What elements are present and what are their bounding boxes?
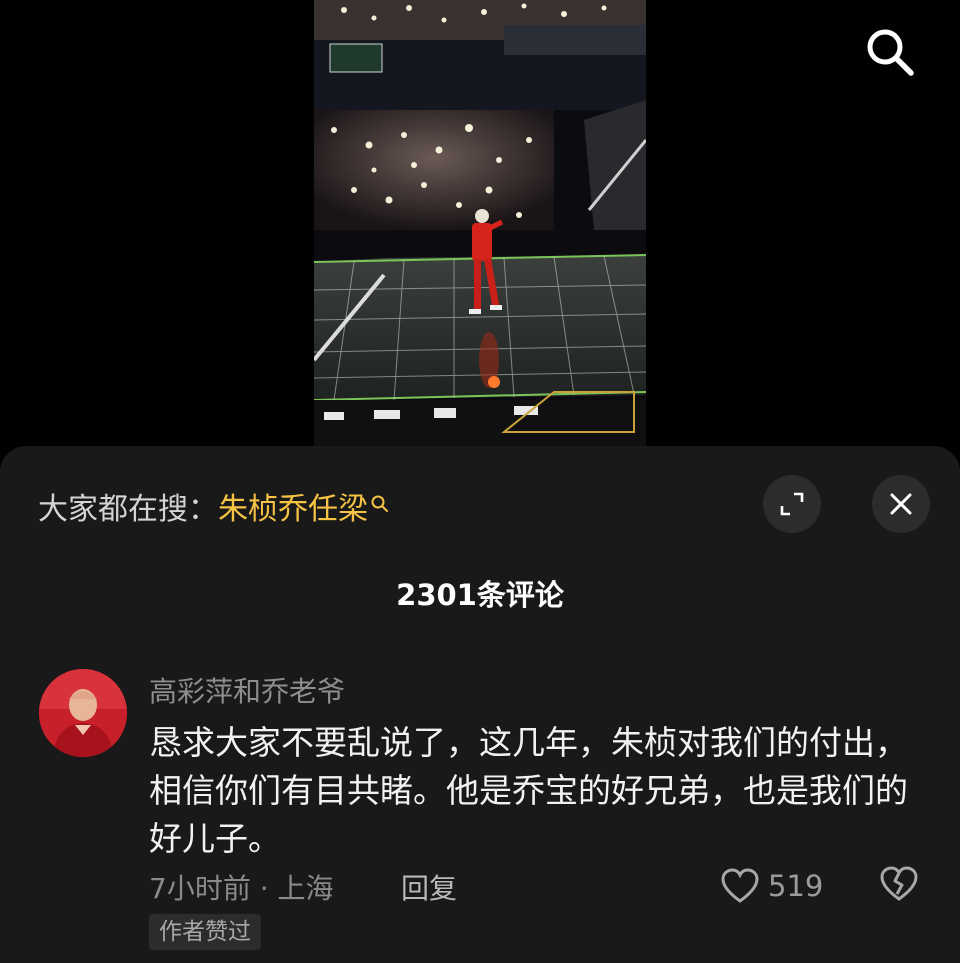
trending-search-bar: 大家都在搜： 朱桢乔任梁 [38, 478, 390, 534]
dislike-button[interactable] [878, 864, 920, 908]
author-liked-badge: 作者赞过 [149, 914, 261, 950]
video-area[interactable] [0, 0, 960, 448]
expand-button[interactable] [763, 475, 821, 533]
search-icon [867, 29, 914, 76]
search-button[interactable] [862, 24, 918, 80]
concert-video-frame [314, 0, 646, 446]
comment-username[interactable]: 高彩萍和乔老爷 [149, 670, 345, 710]
broken-heart-icon [880, 866, 918, 901]
trending-search-link[interactable]: 朱桢乔任梁 [218, 484, 368, 528]
like-button[interactable]: 519 [720, 864, 823, 908]
comment-count: 2301条评论 [396, 578, 564, 612]
reply-button[interactable]: 回复 [401, 867, 457, 907]
close-button[interactable] [872, 475, 930, 533]
heart-icon [721, 868, 759, 903]
expand-icon [780, 492, 804, 516]
video-player[interactable] [314, 0, 646, 446]
avatar[interactable] [39, 669, 127, 757]
avatar-image [39, 669, 127, 757]
close-icon [890, 493, 912, 515]
trending-label: 大家都在搜： [38, 492, 218, 527]
comment-time-location: 7小时前 · 上海 [149, 872, 334, 905]
like-count: 519 [768, 869, 824, 903]
comment-text: 恳求大家不要乱说了，这几年，朱桢对我们的付出，相信你们有目共睹。他是乔宝的好兄弟… [149, 723, 908, 858]
search-icon[interactable] [370, 487, 390, 512]
